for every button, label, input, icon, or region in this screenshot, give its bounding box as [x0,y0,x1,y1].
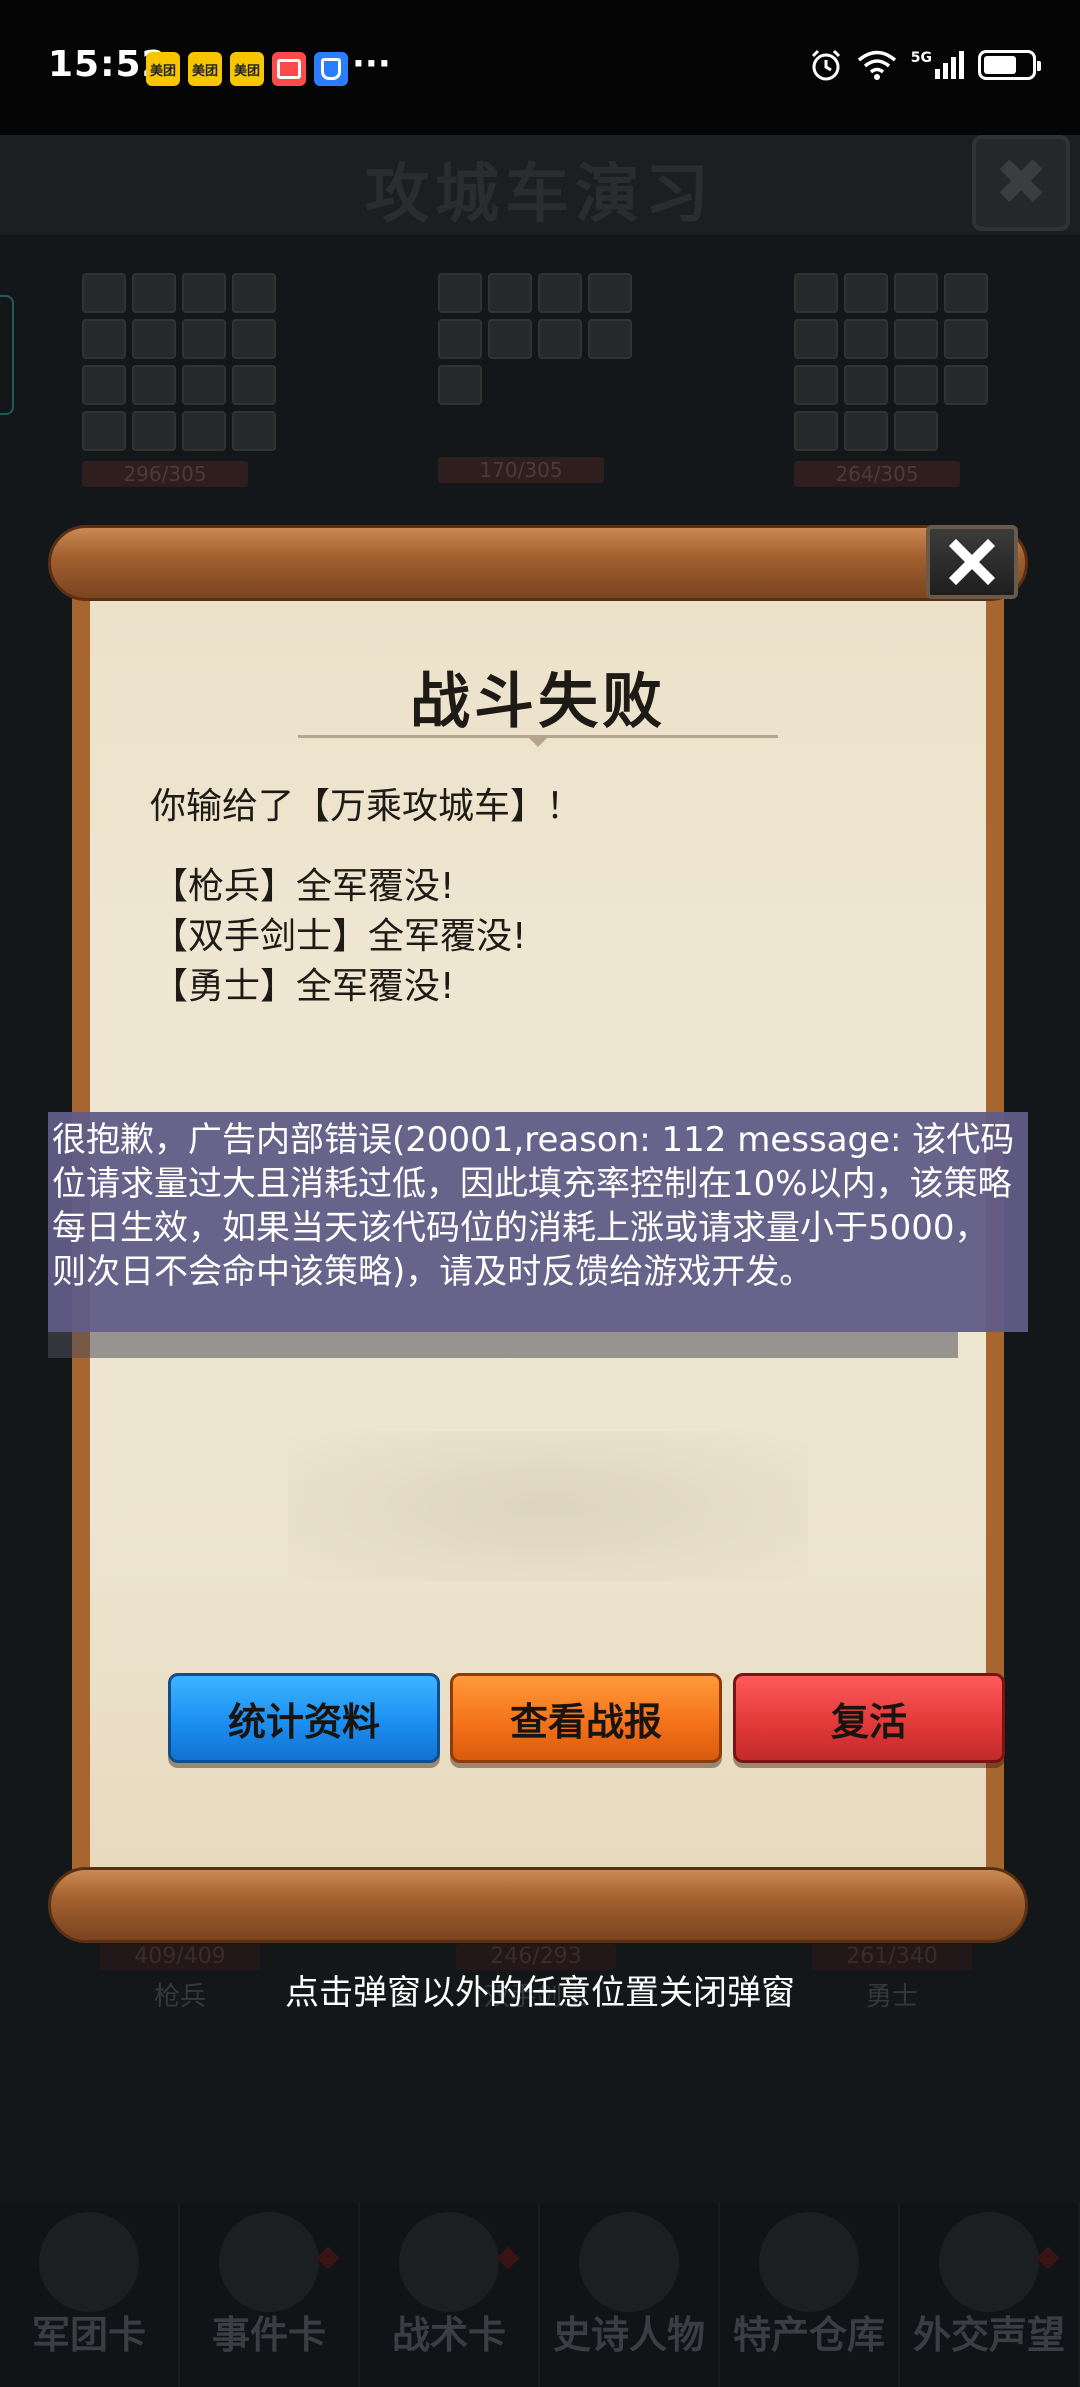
enemy-unit-tile [944,365,988,405]
chest-icon [759,2212,859,2312]
enemy-tiles [794,273,1004,451]
enemy-hp: 296/305 [82,461,248,487]
enemy-unit-tile [132,319,176,359]
wifi-icon [857,50,896,80]
enemy-unit-tile [132,365,176,405]
enemy-group: 264/305 [794,273,1004,487]
enemy-hp: 264/305 [794,461,960,487]
letter-icon [939,2212,1039,2312]
badge-icon [1036,2246,1060,2270]
wipe-line: 【枪兵】全军覆没! [152,866,455,907]
wipe-line: 【双手剑士】全军覆没! [152,916,527,957]
nav-tactic-card[interactable]: 战术卡 [360,2202,540,2387]
enemy-unit-tile [844,411,888,451]
enemy-unit-tile [132,273,176,313]
badge-icon [496,2246,520,2270]
enemy-unit-tile [182,319,226,359]
alarm-icon [811,49,840,81]
enemy-unit-tile [182,273,226,313]
enemy-unit-tile [232,411,276,451]
nav-legion-card[interactable]: 军团卡 [0,2202,180,2387]
blue-app-icon [314,52,348,86]
enemy-unit-tile [232,319,276,359]
enemy-unit-tile [794,365,838,405]
faded-emblem [288,1431,808,1581]
red-app-icon [272,52,306,86]
enemy-unit-tile [794,273,838,313]
dialog-title: 战斗失败 [410,667,666,737]
status-bar: 15:52 美团 美团 美团 ··· 5G [0,0,1080,135]
close-hint: 点击弹窗以外的任意位置关闭弹窗 [285,1973,795,2013]
defeat-message: 你输给了【万乘攻城车】！ [150,786,583,827]
enemy-unit-tile [538,319,582,359]
enemy-unit-tile [588,319,632,359]
crown-icon [579,2212,679,2312]
enemy-unit-tile [944,319,988,359]
ad-error-toast: 很抱歉，广告内部错误(20001,reason: 112 message: 该代… [48,1112,1028,1332]
nav-diplomacy[interactable]: 外交声望 [900,2202,1080,2387]
enemy-group: 296/305 [82,273,292,487]
more-notifications-icon: ··· [352,44,391,84]
meituan-icon: 美团 [146,52,180,86]
bottom-nav: 军团卡 事件卡 战术卡 史诗人物 特产仓库 外交声望 [0,2202,1080,2387]
enemy-unit-tile [438,319,482,359]
enemy-unit-tile [82,411,126,451]
enemy-tiles [438,273,648,405]
nav-epic-characters[interactable]: 史诗人物 [540,2202,720,2387]
enemy-unit-tile [844,273,888,313]
helmet-icon [39,2212,139,2312]
wipe-line: 【勇士】全军覆没! [152,966,455,1007]
enemy-tiles [82,273,292,451]
enemy-unit-tile [488,319,532,359]
enemy-unit-tile [82,273,126,313]
badge-icon [316,2246,340,2270]
enemy-unit-tile [894,273,938,313]
title-divider [298,735,778,747]
toast-shadow [48,1332,958,1358]
enemy-unit-tile [894,411,938,451]
nav-specialty-warehouse[interactable]: 特产仓库 [720,2202,900,2387]
dialog-close-button[interactable] [926,525,1018,599]
page-title: 攻城车演习 [365,158,715,232]
enemy-unit-tile [944,273,988,313]
enemy-unit-tile [538,273,582,313]
enemy-unit-tile [488,273,532,313]
enemy-unit-tile [894,365,938,405]
side-tab[interactable] [0,295,14,415]
status-right: 5G [809,48,1041,82]
enemy-group: 170/305 [438,273,648,483]
enemy-unit-tile [894,319,938,359]
enemy-unit-tile [844,319,888,359]
enemy-unit-tile [794,411,838,451]
enemy-unit-tile [82,319,126,359]
view-report-button[interactable]: 查看战报 [450,1673,722,1763]
enemy-unit-tile [588,273,632,313]
title-bar: 攻城车演习 ✖ [0,135,1080,235]
nav-event-card[interactable]: 事件卡 [180,2202,360,2387]
enemy-unit-tile [844,365,888,405]
page-close-button[interactable]: ✖ [972,135,1070,231]
enemy-unit-tile [438,365,482,405]
enemy-unit-tile [182,365,226,405]
meituan-icon: 美团 [230,52,264,86]
meituan-icon: 美团 [188,52,222,86]
compass-icon [399,2212,499,2312]
battery-icon [978,50,1041,80]
enemy-hp: 170/305 [438,457,604,483]
cellular-signal-icon: 5G [911,51,964,79]
revive-button[interactable]: 复活 [733,1673,1005,1763]
stats-button[interactable]: 统计资料 [168,1673,440,1763]
enemy-unit-tile [82,365,126,405]
event-icon [219,2212,319,2312]
enemy-unit-tile [182,411,226,451]
enemy-unit-tile [438,273,482,313]
notification-icons: 美团 美团 美团 [146,52,348,86]
close-icon [948,538,996,586]
enemy-unit-tile [794,319,838,359]
enemy-unit-tile [232,365,276,405]
enemy-unit-tile [232,273,276,313]
scroll-rod-top [48,525,1028,601]
scroll-rod-bottom [48,1867,1028,1943]
enemy-unit-tile [132,411,176,451]
